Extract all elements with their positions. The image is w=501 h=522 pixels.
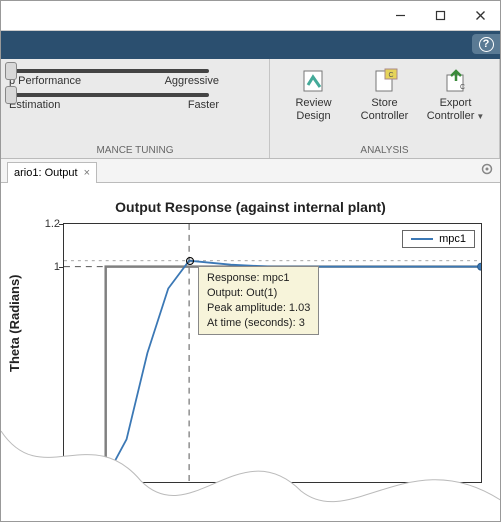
y-tick-label: 1.2 <box>32 218 60 230</box>
export-controller-button[interactable]: C Export Controller▼ <box>421 67 491 145</box>
chart-legend[interactable]: mpc1 <box>402 230 475 248</box>
datatip-line: Peak amplitude: 1.03 <box>207 301 310 316</box>
ribbon-header: ? <box>1 31 500 59</box>
slider-label-right: Aggressive <box>165 75 219 87</box>
legend-swatch <box>411 238 433 240</box>
button-label: Design <box>296 110 330 123</box>
slider-label-right: Faster <box>188 99 219 111</box>
export-icon: C <box>442 67 470 95</box>
performance-slider[interactable]: p Performance Aggressive <box>9 69 261 87</box>
app-window: ? p Performance Aggressive Estimation Fa… <box>0 0 501 522</box>
group-label: ANALYSIS <box>278 145 491 156</box>
svg-text:C: C <box>388 72 393 79</box>
slider-thumb[interactable] <box>5 86 17 104</box>
datatip[interactable]: Response: mpc1 Output: Out(1) Peak ampli… <box>198 266 319 335</box>
tab-close-icon[interactable]: × <box>84 167 90 179</box>
maximize-button[interactable] <box>420 1 460 31</box>
store-controller-button[interactable]: C Store Controller <box>350 67 420 145</box>
window-titlebar <box>1 1 500 31</box>
y-tick-label: 1 <box>32 261 60 273</box>
tab-output[interactable]: ario1: Output × <box>7 162 97 184</box>
group-performance-tuning: p Performance Aggressive Estimation Fast… <box>1 59 270 158</box>
store-icon: C <box>371 67 399 95</box>
minimize-button[interactable] <box>380 1 420 31</box>
help-icon: ? <box>479 37 494 52</box>
button-label: Controller <box>427 110 475 122</box>
tab-options-button[interactable] <box>480 162 494 179</box>
button-label: Store <box>371 97 397 110</box>
gear-icon <box>480 162 494 176</box>
datatip-line: Response: mpc1 <box>207 271 310 286</box>
button-label: Export <box>440 97 472 110</box>
tab-label: ario1: Output <box>14 167 78 179</box>
button-label: Controller <box>361 110 409 123</box>
help-button[interactable]: ? <box>472 34 500 54</box>
review-design-button[interactable]: Review Design <box>279 67 349 145</box>
ribbon-toolbar: p Performance Aggressive Estimation Fast… <box>1 59 500 159</box>
svg-text:C: C <box>460 84 465 91</box>
chart-title: Output Response (against internal plant) <box>9 199 492 215</box>
chart-axes[interactable]: 1.2 1 mpc1 Resp <box>63 223 482 483</box>
review-icon <box>300 67 328 95</box>
estimation-slider[interactable]: Estimation Faster <box>9 93 261 111</box>
datatip-marker[interactable] <box>186 257 194 265</box>
group-label: MANCE TUNING <box>9 145 261 156</box>
datatip-line: At time (seconds): 3 <box>207 316 310 331</box>
button-label: Review <box>295 97 331 110</box>
y-axis-label: Theta (Radians) <box>7 274 22 372</box>
maximize-icon <box>435 10 446 21</box>
slider-thumb[interactable] <box>5 62 17 80</box>
minimize-icon <box>395 10 406 21</box>
datatip-line: Output: Out(1) <box>207 286 310 301</box>
chevron-down-icon: ▼ <box>476 112 484 121</box>
close-button[interactable] <box>460 1 500 31</box>
document-tabstrip: ario1: Output × <box>1 159 500 183</box>
chart-canvas <box>64 224 481 482</box>
close-icon <box>475 10 486 21</box>
slider-label-left: p Performance <box>9 75 81 87</box>
group-analysis: Review Design C Store Controller C Expor… <box>270 59 500 158</box>
legend-label: mpc1 <box>439 233 466 245</box>
plot-panel: Output Response (against internal plant)… <box>1 183 500 521</box>
